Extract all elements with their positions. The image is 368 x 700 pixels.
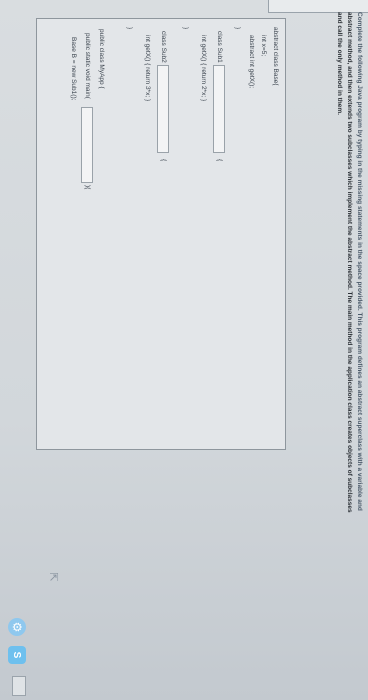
code-line-class-myapp: public class MyApp { [98, 29, 105, 89]
code-line-class-sub1: class Sub1 [216, 31, 223, 63]
sub2-open-brace: { [160, 159, 167, 162]
code-line-abstract-method: abstract int getX(); [248, 35, 255, 89]
code-line-close-sub1: } [182, 27, 189, 30]
question-lead: Complete the following Java program by t… [356, 12, 363, 511]
question-block: Complete the following Java program by t… [334, 12, 364, 688]
question-line-3: and call the only method in them. [336, 12, 343, 115]
mouse-cursor-icon: ⇱ [47, 572, 60, 582]
taskbar-tile-icon[interactable] [12, 676, 26, 696]
code-line-close-base: } [234, 27, 241, 30]
main-args-blank-input[interactable] [81, 107, 93, 183]
main-paren-brace: ){ [84, 185, 91, 190]
code-line-main: public static void main( [84, 33, 91, 99]
code-line-base-new-sub1: Base B = new Sub1(); [70, 37, 77, 101]
sub1-extends-blank-input[interactable] [213, 65, 225, 153]
app-launcher-icon[interactable]: S [8, 646, 26, 664]
code-line-sub2-getx: int getX() { return 3*x; } [144, 35, 151, 102]
question-line-2: abstract method, and then extends two su… [346, 12, 353, 513]
code-line-abstract-class: abstract class Base{ [272, 27, 279, 86]
code-area: abstract class Base{ int x=5; abstract i… [36, 18, 286, 450]
screenshot-screen: Complete the following Java program by t… [0, 0, 368, 700]
sub1-open-brace: { [216, 159, 223, 162]
code-line-close-sub2: } [126, 27, 133, 30]
rotated-content: Complete the following Java program by t… [0, 0, 368, 700]
code-line-class-sub2: class Sub2 [160, 31, 167, 63]
sub2-extends-blank-input[interactable] [157, 65, 169, 153]
code-line-sub1-getx: int getX() { return 2*x; } [200, 35, 207, 102]
code-line-int-x: int x=5; [260, 35, 267, 57]
settings-gear-icon[interactable]: ⚙ [8, 618, 26, 636]
